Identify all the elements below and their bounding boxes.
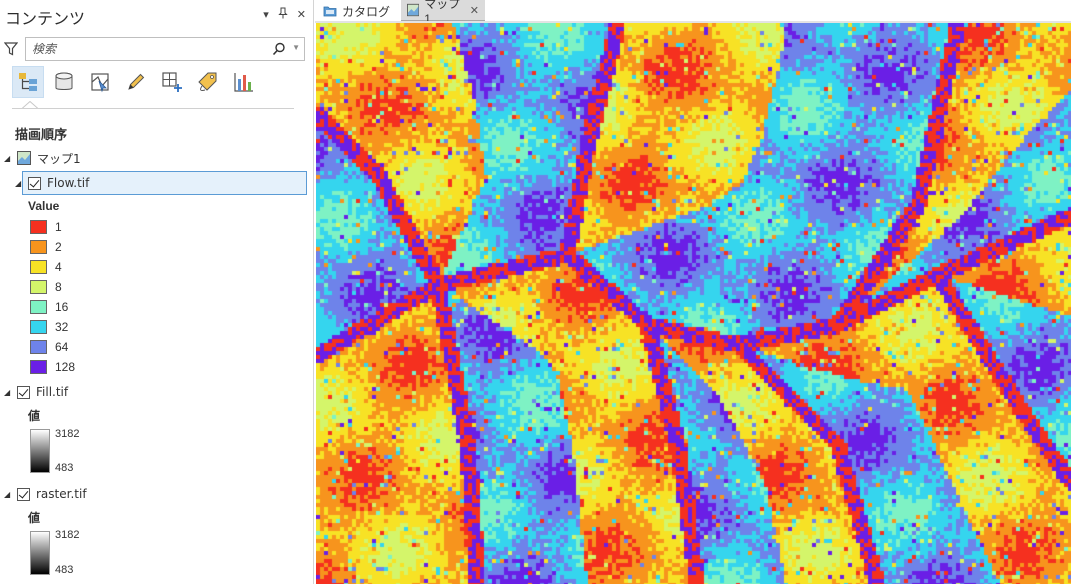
legend-class-label: 16 xyxy=(55,300,69,314)
close-tab-icon[interactable]: ✕ xyxy=(470,4,479,17)
contents-pane: コンテンツ ▾ ✕ ▼ xyxy=(0,0,314,584)
list-by-charts-button[interactable] xyxy=(228,66,260,98)
contents-toolbar xyxy=(12,66,260,98)
legend-low-value: 483 xyxy=(55,462,74,474)
list-by-snapping-button[interactable] xyxy=(156,66,188,98)
flow-direction-raster[interactable] xyxy=(316,23,1071,584)
toolbar-divider xyxy=(12,108,294,109)
legend-swatch[interactable] xyxy=(30,360,47,374)
legend-low-value: 483 xyxy=(55,564,74,576)
list-by-editing-button[interactable] xyxy=(120,66,152,98)
drawing-order-icon xyxy=(19,73,37,91)
close-pane-icon[interactable]: ✕ xyxy=(297,8,306,22)
legend-class[interactable]: 4 xyxy=(30,257,62,277)
filter-icon[interactable] xyxy=(4,42,18,56)
collapse-triangle-icon[interactable]: ◢ xyxy=(15,179,25,188)
tab-catalog[interactable]: カタログ xyxy=(317,0,396,22)
layer-name: Fill.tif xyxy=(36,385,69,399)
legend-class[interactable]: 16 xyxy=(30,297,68,317)
legend-class[interactable]: 64 xyxy=(30,337,68,357)
contents-pane-header: コンテンツ ▾ ✕ xyxy=(0,0,313,30)
layer-visibility-checkbox[interactable] xyxy=(17,487,30,501)
pane-controls: ▾ ✕ xyxy=(263,7,306,23)
pin-icon[interactable] xyxy=(278,7,288,23)
map-view[interactable] xyxy=(316,23,1071,584)
pencil-icon xyxy=(128,73,145,90)
map-icon xyxy=(17,151,31,165)
legend-class[interactable]: 2 xyxy=(30,237,62,257)
legend-swatch[interactable] xyxy=(30,260,47,274)
legend-high-value: 3182 xyxy=(55,529,80,541)
legend-swatch[interactable] xyxy=(30,340,47,354)
snapping-icon xyxy=(162,72,182,92)
layer-raster[interactable]: ◢ raster.tif xyxy=(4,484,87,504)
legend-class-label: 8 xyxy=(55,280,62,294)
drawing-order-heading: 描画順序 xyxy=(15,128,68,143)
tab-map1[interactable]: マップ1 ✕ xyxy=(401,0,485,26)
pane-menu-icon[interactable]: ▾ xyxy=(263,8,269,22)
legend-swatch[interactable] xyxy=(30,220,47,234)
label-icon xyxy=(198,72,217,91)
legend-class[interactable]: 8 xyxy=(30,277,62,297)
search-options-chevron-icon[interactable]: ▼ xyxy=(292,43,300,52)
selection-icon xyxy=(91,73,109,93)
list-by-labeling-button[interactable] xyxy=(192,66,224,98)
chart-icon xyxy=(234,73,253,92)
tab-label: カタログ xyxy=(342,4,391,19)
legend-class-label: 4 xyxy=(55,260,62,274)
search-box: ▼ xyxy=(25,37,305,61)
legend-heading: Value xyxy=(28,199,60,213)
legend-class-label: 1 xyxy=(55,220,62,234)
legend-high-value: 3182 xyxy=(55,428,80,440)
legend-swatch[interactable] xyxy=(30,320,47,334)
list-by-data-source-button[interactable] xyxy=(48,66,80,98)
collapse-triangle-icon[interactable]: ◢ xyxy=(4,154,14,163)
contents-pane-title: コンテンツ xyxy=(5,9,86,28)
collapse-triangle-icon[interactable]: ◢ xyxy=(4,388,14,397)
layer-visibility-checkbox[interactable] xyxy=(28,176,41,190)
legend-swatch[interactable] xyxy=(30,240,47,254)
map-node[interactable]: ◢ マップ1 xyxy=(4,148,81,168)
legend-class[interactable]: 128 xyxy=(30,357,75,377)
list-by-selection-button[interactable] xyxy=(84,66,116,98)
layer-name: Flow.tif xyxy=(47,176,90,190)
legend-heading: 値 xyxy=(28,511,41,525)
collapse-triangle-icon[interactable]: ◢ xyxy=(4,490,14,499)
legend-swatch[interactable] xyxy=(30,300,47,314)
search-icon[interactable] xyxy=(272,42,286,56)
search-input[interactable] xyxy=(32,41,262,57)
legend-heading: 値 xyxy=(28,409,41,423)
stretch-gradient-swatch[interactable] xyxy=(30,429,50,473)
map-name: マップ1 xyxy=(37,151,81,166)
layer-visibility-checkbox[interactable] xyxy=(17,385,30,399)
legend-class[interactable]: 1 xyxy=(30,217,62,237)
list-by-drawing-order-button[interactable] xyxy=(12,66,44,98)
layer-fill[interactable]: ◢ Fill.tif xyxy=(4,382,68,402)
view-tab-strip: カタログ マップ1 ✕ xyxy=(315,0,1071,26)
legend-class-label: 64 xyxy=(55,340,69,354)
legend-class-label: 2 xyxy=(55,240,62,254)
database-icon xyxy=(55,72,73,90)
legend-class-label: 32 xyxy=(55,320,69,334)
legend-swatch[interactable] xyxy=(30,280,47,294)
stretch-gradient-swatch[interactable] xyxy=(30,531,50,575)
legend-class-label: 128 xyxy=(55,360,76,374)
layer-flow[interactable]: ◢ Flow.tif xyxy=(15,173,89,193)
layer-name: raster.tif xyxy=(36,487,87,501)
catalog-folder-icon xyxy=(323,6,337,17)
map-icon xyxy=(407,3,420,17)
legend-class[interactable]: 32 xyxy=(30,317,68,337)
